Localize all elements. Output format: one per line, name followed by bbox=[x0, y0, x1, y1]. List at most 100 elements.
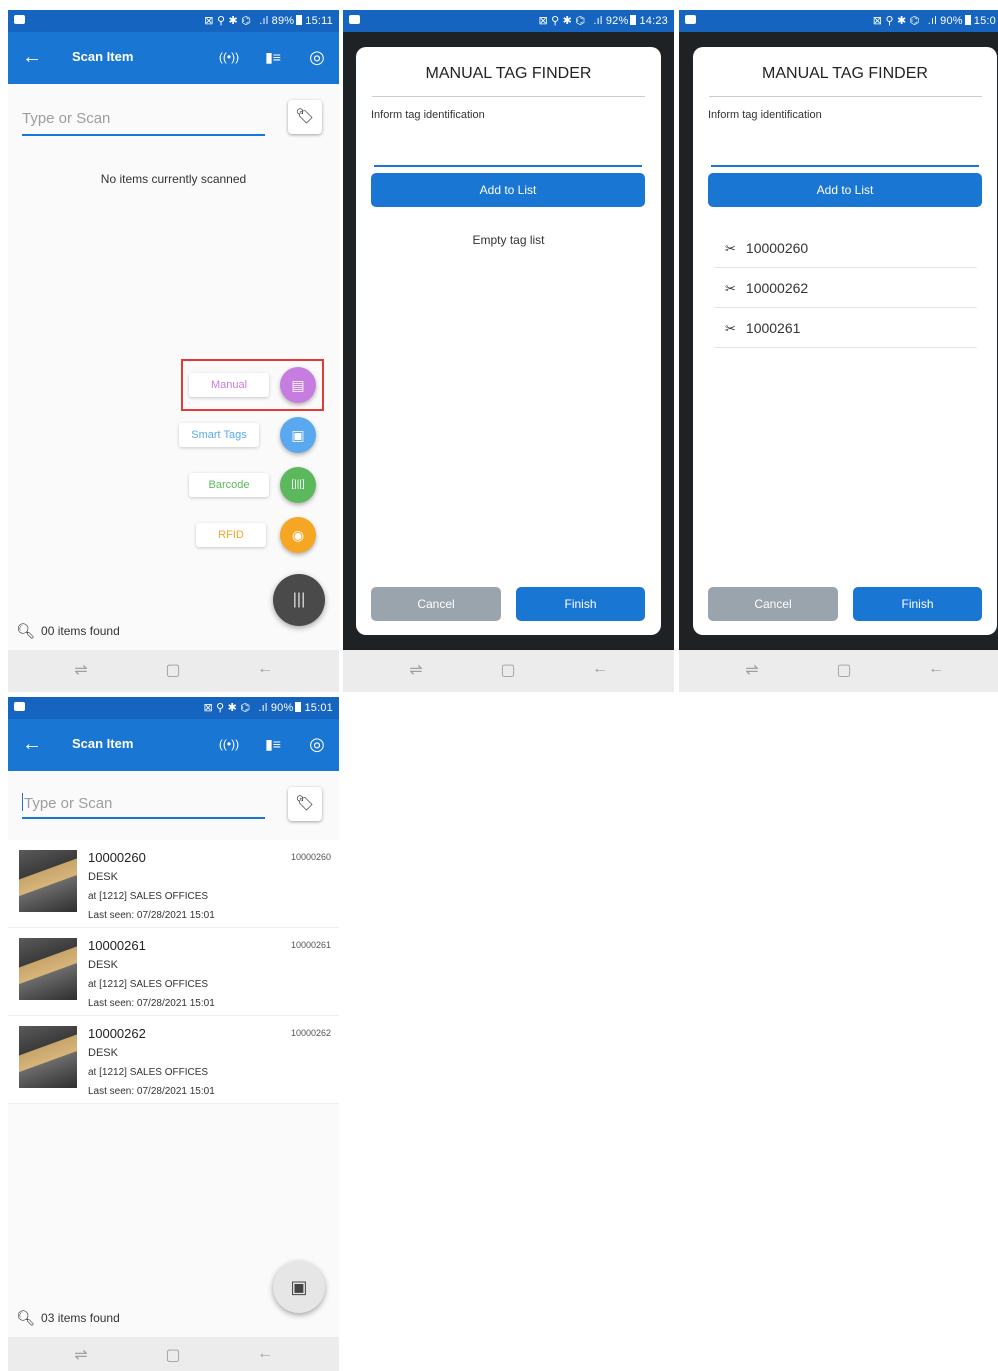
scanned-items-list: 10000260 10000260 DESK at [1212] SALES O… bbox=[8, 840, 339, 1104]
speed-dial-label-manual[interactable]: Manual bbox=[189, 373, 269, 397]
back-arrow-icon[interactable]: ← bbox=[22, 731, 42, 757]
list-item[interactable]: 10000262 10000262 DESK at [1212] SALES O… bbox=[8, 1016, 339, 1104]
page-title: Scan Item bbox=[72, 49, 134, 64]
home-icon[interactable]: ▢ bbox=[829, 660, 859, 680]
tag-icon: 🏷 bbox=[295, 795, 315, 812]
finish-button[interactable]: Finish bbox=[853, 587, 982, 621]
inventory-icon[interactable]: ▮≡ bbox=[261, 732, 285, 756]
rfid-icon[interactable]: ◉ bbox=[280, 517, 316, 553]
tag-list-item: ✂ 10000262 bbox=[715, 268, 977, 308]
results-count: 🔍︎ 00 items found bbox=[16, 622, 120, 640]
item-code: 10000260 bbox=[88, 850, 146, 865]
remove-tag-icon[interactable]: ✂ bbox=[725, 241, 736, 256]
list-item[interactable]: 10000261 10000261 DESK at [1212] SALES O… bbox=[8, 928, 339, 1016]
screen-manual-tag-finder-empty: ⊠ ⚲ ✱ ⌬ .ıl 92% 14:23 MANUAL TAG FINDER I… bbox=[343, 10, 674, 692]
tag-id-input[interactable] bbox=[711, 147, 979, 167]
nav-back-icon[interactable]: ← bbox=[585, 660, 615, 678]
nav-back-icon[interactable]: ← bbox=[250, 660, 280, 678]
home-icon[interactable]: ▢ bbox=[158, 660, 188, 680]
recent-apps-icon[interactable]: ⇌ bbox=[66, 660, 96, 680]
nav-back-icon[interactable]: ← bbox=[921, 660, 951, 678]
battery-level: 90% bbox=[270, 702, 294, 714]
rfid-reader-icon[interactable]: ((•)) bbox=[217, 45, 241, 69]
search-input[interactable]: Type or Scan bbox=[22, 789, 265, 819]
status-icons: ⊠ ⚲ ✱ ⌬ bbox=[872, 15, 920, 27]
search-icon: 🔍︎ bbox=[16, 623, 36, 640]
item-last-seen: Last seen: 07/28/2021 15:01 bbox=[88, 1086, 215, 1097]
battery-icon bbox=[964, 15, 971, 25]
finish-button[interactable]: Finish bbox=[516, 587, 645, 621]
add-to-list-button[interactable]: Add to List bbox=[371, 173, 645, 207]
search-placeholder: Type or Scan bbox=[24, 795, 113, 812]
target-icon[interactable]: ◎ bbox=[305, 732, 329, 756]
tag-input-label: Inform tag identification bbox=[708, 109, 822, 121]
tag-list-item: ✂ 10000260 bbox=[715, 228, 977, 268]
item-location: at [1212] SALES OFFICES bbox=[88, 1067, 209, 1078]
remove-tag-icon[interactable]: ✂ bbox=[725, 281, 736, 296]
item-photo bbox=[19, 1026, 77, 1088]
battery-level: 89% bbox=[271, 15, 295, 27]
tag-icon: 🏷 bbox=[295, 108, 315, 125]
app-bar: ← Scan Item ((•)) ▮≡ ◎ bbox=[8, 719, 339, 771]
speed-dial-fab[interactable]: ▣ bbox=[273, 1261, 325, 1313]
tag-value: 10000262 bbox=[745, 280, 809, 296]
tag-value: 1000261 bbox=[745, 320, 801, 336]
notification-icon bbox=[14, 15, 25, 24]
cancel-button[interactable]: Cancel bbox=[708, 587, 838, 621]
recent-apps-icon[interactable]: ⇌ bbox=[737, 660, 767, 680]
search-input[interactable]: Type or Scan bbox=[22, 106, 265, 136]
item-location: at [1212] SALES OFFICES bbox=[88, 891, 209, 902]
signal-icon: .ıl bbox=[927, 15, 937, 27]
speed-dial-label-smart-tags[interactable]: Smart Tags bbox=[179, 423, 259, 447]
tag-id-input[interactable] bbox=[374, 147, 642, 167]
item-code: 10000261 bbox=[88, 938, 146, 953]
speed-dial-label-barcode[interactable]: Barcode bbox=[189, 473, 269, 497]
divider bbox=[709, 96, 982, 97]
status-icons: ⊠ ⚲ ✱ ⌬ bbox=[538, 15, 586, 27]
clock: 15:01 bbox=[304, 702, 333, 714]
item-photo bbox=[19, 938, 77, 1000]
manual-entry-icon[interactable]: ▤ bbox=[280, 367, 316, 403]
recent-apps-icon[interactable]: ⇌ bbox=[66, 1345, 96, 1365]
status-bar: ⊠ ⚲ ✱ ⌬ .ıl 90% 15:0 bbox=[679, 10, 998, 32]
signal-icon: .ıl bbox=[258, 702, 268, 714]
list-item[interactable]: 10000260 10000260 DESK at [1212] SALES O… bbox=[8, 840, 339, 928]
cancel-button[interactable]: Cancel bbox=[371, 587, 501, 621]
item-tag: 10000261 bbox=[290, 940, 331, 950]
screen-manual-tag-finder-filled: ⊠ ⚲ ✱ ⌬ .ıl 90% 15:0 MANUAL TAG FINDER In… bbox=[679, 10, 998, 692]
page-title: Scan Item bbox=[72, 736, 134, 751]
nav-back-icon[interactable]: ← bbox=[250, 1345, 280, 1363]
notification-icon bbox=[685, 15, 696, 24]
status-icons: ⊠ ⚲ ✱ ⌬ bbox=[204, 15, 251, 27]
speed-dial-label-rfid[interactable]: RFID bbox=[196, 523, 266, 547]
add-to-list-button[interactable]: Add to List bbox=[708, 173, 982, 207]
screen-scan-item-empty: ⊠ ⚲ ✱ ⌬ .ıl 89% 15:11 ← Scan Item ((•)) ▮… bbox=[8, 10, 339, 692]
home-icon[interactable]: ▢ bbox=[158, 1345, 188, 1365]
manual-tag-dialog: MANUAL TAG FINDER Inform tag identificat… bbox=[356, 47, 661, 635]
empty-tag-list-message: Empty tag list bbox=[472, 233, 545, 247]
home-icon[interactable]: ▢ bbox=[493, 660, 523, 680]
remove-tag-icon[interactable]: ✂ bbox=[725, 321, 736, 336]
smart-tags-icon[interactable]: ▣ bbox=[280, 417, 316, 453]
rfid-reader-icon[interactable]: ((•)) bbox=[217, 732, 241, 756]
screen-scan-item-results: ⊠ ⚲ ✱ ⌬ .ıl 90% 15:01 ← Scan Item ((•)) ▮… bbox=[8, 697, 339, 1371]
tag-scan-button[interactable]: 🏷 bbox=[288, 100, 322, 134]
results-count-text: 03 items found bbox=[41, 1311, 120, 1325]
inventory-icon[interactable]: ▮≡ bbox=[261, 45, 285, 69]
tag-list: ✂ 10000260 ✂ 10000262 ✂ 1000261 bbox=[715, 228, 977, 348]
barcode-icon[interactable]: [|||] bbox=[280, 467, 316, 503]
results-count: 🔍︎ 03 items found bbox=[16, 1309, 120, 1327]
notification-icon bbox=[349, 15, 360, 24]
item-last-seen: Last seen: 07/28/2021 15:01 bbox=[88, 998, 215, 1009]
battery-level: 90% bbox=[940, 15, 963, 27]
target-icon[interactable]: ◎ bbox=[305, 45, 329, 69]
recent-apps-icon[interactable]: ⇌ bbox=[401, 660, 431, 680]
item-tag: 10000262 bbox=[290, 1028, 331, 1038]
battery-icon bbox=[295, 702, 302, 712]
item-code: 10000262 bbox=[88, 1026, 146, 1041]
item-type: DESK bbox=[88, 959, 118, 971]
clock: 15:11 bbox=[305, 15, 333, 27]
back-arrow-icon[interactable]: ← bbox=[22, 44, 42, 70]
tag-scan-button[interactable]: 🏷 bbox=[288, 787, 322, 821]
speed-dial-fab[interactable]: ||| bbox=[273, 574, 325, 626]
